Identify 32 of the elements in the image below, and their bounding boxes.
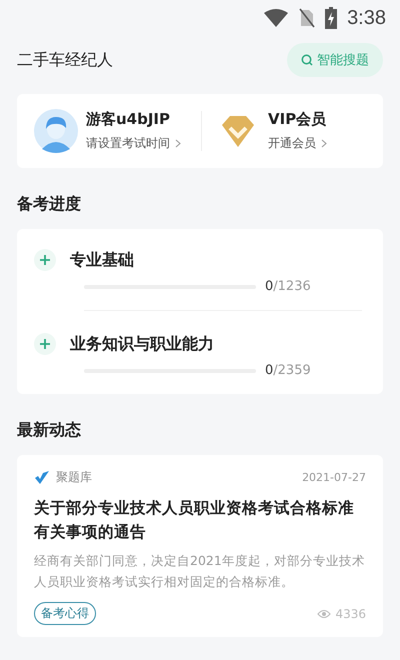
news-summary: 经商有关部门同意，决定自2021年度起，对部分专业技术人员职业资格考试实行相对固定的合格标准。 (34, 552, 366, 591)
check-logo-icon (34, 470, 50, 486)
section-title: 最新动态 (17, 420, 82, 441)
plus-icon[interactable] (34, 249, 56, 271)
battery-icon (325, 7, 338, 29)
page-title: 二手车经纪人 (17, 50, 113, 70)
chevron-right-icon (321, 139, 327, 148)
total-count: /2359 (273, 363, 311, 378)
done-count: 0 (265, 363, 274, 378)
search-icon (301, 54, 313, 66)
chevron-right-icon (175, 139, 181, 148)
status-time: 3:38 (347, 6, 386, 30)
eye-icon (317, 608, 332, 618)
news-card[interactable]: 聚题库 2021-07-27 关于部分专业技术人员职业资格考试合格标准有关事项的通告 经商有关部门同意，决定自2021年度起，对部分专业技术人员职业资格考试实行相对固定的合格标准。 备考心得 4336 (17, 455, 383, 637)
view-count: 4336 (335, 606, 366, 620)
news-date: 2021-07-27 (302, 471, 366, 484)
vip-title: VIP会员 (268, 110, 327, 129)
subject-name[interactable]: 业务知识与职业能力 (70, 334, 214, 354)
plus-icon[interactable] (34, 333, 56, 355)
open-vip-link[interactable]: 开通会员 (268, 135, 327, 152)
news-title: 关于部分专业技术人员职业资格考试合格标准有关事项的通告 (34, 498, 355, 543)
wifi-icon (263, 8, 290, 28)
section-title: 备考进度 (17, 194, 82, 215)
user-name: 游客u4bJIP (86, 110, 172, 129)
subject-name[interactable]: 专业基础 (70, 250, 134, 270)
avatar-icon (34, 109, 78, 153)
exam-date-link[interactable]: 请设置考试时间 (86, 135, 181, 152)
news-source: 聚题库 (56, 469, 93, 486)
done-count: 0 (265, 279, 274, 294)
no-sim-icon (299, 8, 316, 28)
news-tag[interactable]: 备考心得 (34, 602, 96, 625)
total-count: /1236 (273, 279, 311, 294)
